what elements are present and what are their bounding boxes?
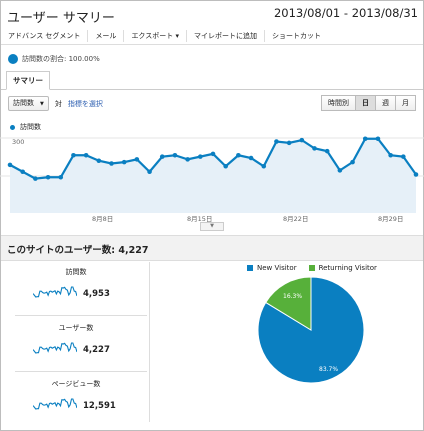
data-point	[159, 154, 165, 159]
legend-swatch	[247, 265, 253, 271]
sparkline-path	[33, 342, 77, 354]
legend-returning-visitor: Returning Visitor	[318, 264, 377, 272]
metric-visits[interactable]: 訪問数 4,953	[1, 260, 151, 316]
sparkline-path	[33, 286, 77, 298]
shortcut-button[interactable]: ショートカット	[265, 30, 328, 42]
toolbar: アドバンス セグメント メール エクスポート ▾ マイレポートに追加 ショートカ…	[1, 28, 423, 45]
data-point	[20, 169, 25, 175]
data-point	[33, 176, 38, 181]
metrics-panel: 訪問数 4,953 ユーザー数 4,227 ページビュー数 12,591	[1, 260, 151, 428]
data-point	[172, 152, 178, 158]
vs-label: 対	[54, 99, 62, 108]
data-point	[96, 158, 102, 164]
week-button[interactable]: 週	[375, 95, 396, 111]
metric-users[interactable]: ユーザー数 4,227	[1, 316, 151, 372]
data-point	[312, 146, 317, 151]
data-point	[45, 174, 51, 180]
chevron-down-icon: ▼	[40, 101, 44, 107]
data-point	[83, 152, 89, 158]
sparkline	[33, 286, 77, 298]
data-point	[388, 152, 393, 158]
x-tick-label: 8月8日	[92, 215, 114, 223]
segment-label: 訪問数の割合: 100.00%	[22, 55, 100, 63]
data-point	[198, 154, 203, 159]
tab-bar: サマリー	[1, 69, 423, 90]
data-point	[299, 137, 305, 143]
sparkline	[33, 342, 77, 354]
data-point	[401, 154, 406, 159]
data-point	[286, 140, 292, 146]
legend-new-visitor: New Visitor	[257, 264, 297, 272]
hourly-button[interactable]: 時間別	[321, 95, 356, 111]
data-point	[210, 151, 216, 157]
data-point	[223, 163, 228, 169]
pie-label-new: 83.7%	[319, 366, 339, 373]
data-point	[337, 168, 343, 173]
metric-pageviews[interactable]: ページビュー数 12,591	[1, 372, 151, 428]
metric-label: ユーザー数	[58, 324, 94, 332]
section-title: このサイトのユーザー数: 4,227	[7, 245, 149, 256]
line-chart	[0, 136, 424, 213]
metric-value: 4,227	[83, 345, 110, 355]
export-button[interactable]: エクスポート ▾	[124, 30, 187, 42]
segment-pie-icon	[8, 54, 18, 64]
metric-select[interactable]: 訪問数 ▼	[8, 96, 49, 111]
data-point	[71, 152, 76, 158]
legend-swatch	[308, 265, 315, 271]
data-point	[261, 163, 267, 169]
data-point	[58, 174, 64, 180]
data-point	[350, 159, 355, 165]
metric-controls: 訪問数 ▼ 対 指標を選択	[8, 96, 103, 111]
metric-value: 4,953	[83, 289, 110, 299]
date-range-picker[interactable]: 2013/08/01 - 2013/08/31	[274, 6, 418, 20]
email-button[interactable]: メール	[88, 30, 125, 42]
divider	[149, 262, 150, 422]
data-point	[413, 172, 419, 177]
data-point	[185, 157, 190, 162]
chart-resize-handle[interactable]: ▼	[200, 222, 224, 231]
pie-legend: New Visitor Returning Visitor	[247, 264, 377, 272]
day-button[interactable]: 日	[355, 95, 376, 111]
page-title: ユーザー サマリー	[7, 11, 115, 26]
add-to-dashboard-button[interactable]: マイレポートに追加	[187, 30, 265, 42]
x-tick-label: 8月29日	[378, 215, 404, 223]
metric-label: ページビュー数	[51, 380, 101, 388]
metric-label: 訪問数	[65, 268, 87, 276]
data-point	[274, 139, 279, 144]
data-point	[236, 152, 241, 158]
sparkline-path	[33, 398, 77, 410]
metric-value: 12,591	[83, 401, 116, 411]
data-point	[7, 162, 13, 168]
data-point	[324, 148, 330, 154]
chart-area	[10, 138, 416, 213]
data-point	[375, 136, 381, 142]
data-point	[134, 157, 140, 162]
data-point	[147, 169, 152, 175]
granularity-buttons: 時間別 日 週 月	[321, 95, 416, 111]
users-section-header: このサイトのユーザー数: 4,227	[1, 235, 423, 261]
data-point	[121, 159, 127, 165]
advanced-segment-button[interactable]: アドバンス セグメント	[1, 30, 89, 42]
data-point	[362, 136, 368, 142]
pie-label-returning: 16.3%	[283, 293, 303, 300]
x-tick-label: 8月22日	[283, 215, 309, 223]
data-point	[109, 161, 114, 166]
visitor-pie-chart	[257, 276, 365, 384]
tab-summary[interactable]: サマリー	[6, 71, 50, 90]
data-point	[248, 155, 254, 161]
segment-indicator: 訪問数の割合: 100.00%	[8, 54, 100, 64]
select-metric-link[interactable]: 指標を選択	[68, 99, 103, 109]
metric-select-value: 訪問数	[13, 99, 34, 107]
month-button[interactable]: 月	[395, 95, 416, 111]
sparkline	[33, 398, 77, 410]
